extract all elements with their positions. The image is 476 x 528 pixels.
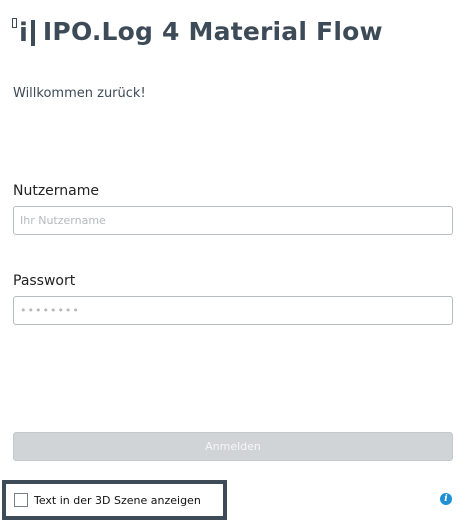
username-input[interactable] — [13, 206, 453, 235]
show-text-3d-option[interactable]: Text in der 3D Szene anzeigen — [2, 480, 227, 520]
password-input[interactable] — [13, 296, 453, 325]
info-icon[interactable]: i — [440, 493, 452, 505]
show-text-3d-label: Text in der 3D Szene anzeigen — [34, 493, 201, 507]
app-header: i IPO.Log 4 Material Flow — [12, 14, 383, 48]
show-text-3d-checkbox[interactable] — [14, 493, 28, 507]
login-button[interactable]: Anmelden — [13, 432, 453, 461]
ipo-log-logo-icon: i — [12, 16, 35, 46]
welcome-text: Willkommen zurück! — [13, 86, 146, 101]
username-label: Nutzername — [13, 183, 100, 199]
app-title: IPO.Log 4 Material Flow — [42, 16, 383, 46]
login-page: i IPO.Log 4 Material Flow Willkommen zur… — [0, 0, 476, 528]
password-label: Passwort — [13, 273, 76, 289]
